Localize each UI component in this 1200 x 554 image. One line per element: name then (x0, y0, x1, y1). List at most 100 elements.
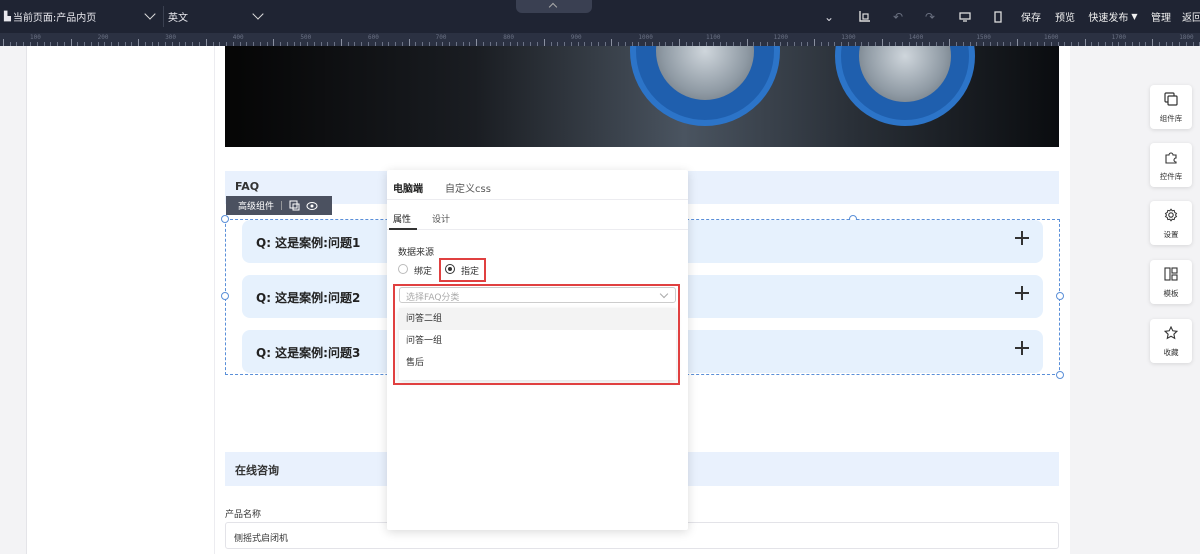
chevron-down-icon (144, 8, 156, 20)
plus-icon[interactable] (1015, 341, 1029, 355)
chevron-down-icon (252, 8, 264, 20)
ruler-label: 600 (368, 34, 379, 41)
sidetool-label: 控件库 (1159, 172, 1183, 181)
ruler-label: 800 (503, 34, 515, 41)
plus-icon[interactable] (1015, 286, 1029, 300)
favorites-button[interactable]: 收藏 (1150, 319, 1192, 363)
sidetool-label: 设置 (1163, 230, 1179, 239)
highlight-box (439, 258, 486, 282)
horizontal-ruler[interactable]: 100 200 300 400 500 600 700 800 900 1000 1100 1200 1… (0, 33, 1200, 46)
product-name-label: 产品名称 (225, 510, 262, 520)
ruler-tick (1172, 42, 1174, 46)
ruler-label: 1400 (908, 34, 924, 41)
ruler-tick (1152, 39, 1154, 46)
faq-question: Q: 这是案例:问题2 (256, 291, 361, 305)
ruler-tick (678, 39, 680, 46)
undo-icon: ↶ (892, 9, 904, 24)
eye-icon[interactable] (306, 201, 318, 211)
plus-icon[interactable] (1015, 231, 1029, 245)
collapse-toolbar-tab[interactable] (516, 0, 592, 13)
ruler-tick (1111, 42, 1113, 46)
component-library-button[interactable]: 组件库 (1150, 85, 1192, 129)
page-select-value: 当前页面:产品内页 (12, 13, 97, 24)
template-icon (1164, 267, 1178, 281)
quick-publish-button[interactable]: 快速发布 ▼ (1086, 0, 1140, 33)
product-name-value: 侧摇式启闭机 (234, 534, 289, 544)
tab-pc[interactable]: 电脑端 (393, 180, 423, 195)
manage-button[interactable]: 管理 (1148, 0, 1174, 33)
copy-icon[interactable] (289, 200, 300, 211)
widget-library-button[interactable]: 控件库 (1150, 143, 1192, 187)
ruler-tick (746, 39, 748, 46)
ruler-tick (340, 39, 342, 46)
page-icon: ▙ (4, 11, 11, 22)
tab-attributes[interactable]: 属性 (393, 212, 411, 225)
save-button[interactable]: 保存 (1018, 0, 1044, 33)
resize-handle[interactable] (221, 292, 229, 300)
align-button[interactable] (851, 0, 877, 33)
page-select[interactable]: ▙ 当前页面:产品内页 (0, 0, 160, 33)
ruler-tick (23, 42, 25, 46)
template-button[interactable]: 模板 (1150, 260, 1192, 304)
settings-button[interactable]: 设置 (1150, 201, 1192, 245)
ruler-tick (2, 39, 4, 46)
desktop-view-button[interactable] (953, 0, 977, 33)
ruler-tick (1158, 42, 1160, 46)
ruler-label: 1100 (706, 34, 721, 41)
resize-handle[interactable] (1056, 292, 1064, 300)
ruler-label: 1500 (976, 34, 991, 41)
ruler-tick (138, 39, 140, 46)
ruler-tick (611, 39, 613, 46)
mobile-view-button[interactable] (986, 0, 1010, 33)
tab-custom-css[interactable]: 自定义css (445, 180, 491, 195)
tab-design[interactable]: 设计 (432, 212, 450, 225)
star-icon (1164, 326, 1178, 340)
redo-button[interactable]: ↷ (918, 0, 942, 33)
ruler-tick (814, 39, 816, 46)
preview-button[interactable]: 预览 (1052, 0, 1078, 33)
panel-tabs: 电脑端 自定义css (387, 170, 688, 200)
back-button[interactable]: 返回 (1182, 0, 1200, 33)
ruler-tick (1125, 42, 1127, 46)
chevron-up-icon (548, 2, 558, 12)
ruler-label: 300 (165, 34, 177, 41)
ruler-tick (16, 42, 18, 46)
ruler-tick (1016, 39, 1018, 46)
ruler-label: 200 (97, 34, 109, 41)
panel-subtabs: 属性 设计 (387, 206, 688, 230)
ruler-tick (70, 39, 72, 46)
ruler-tick (1084, 39, 1086, 46)
ruler-label: 1700 (1111, 34, 1127, 41)
quick-publish-label: 快速发布 (1088, 13, 1129, 24)
ruler-tick (1091, 42, 1093, 46)
resize-handle[interactable] (1056, 371, 1064, 379)
gear-icon (1164, 208, 1178, 222)
faq-title: FAQ (235, 180, 260, 193)
puzzle-icon (1165, 152, 1177, 164)
faq-question: Q: 这是案例:问题3 (256, 346, 361, 360)
ruler-tick (1098, 42, 1100, 46)
radio-bind[interactable] (398, 264, 408, 274)
caret-down-icon: ▼ (1131, 12, 1138, 21)
component-library-icon (1164, 92, 1178, 106)
data-source-label: 数据来源 (398, 248, 435, 258)
resize-handle[interactable] (221, 215, 229, 223)
language-select[interactable]: 英文 (164, 0, 274, 33)
ruler-tick (543, 39, 545, 46)
ruler-label: 1300 (841, 34, 856, 41)
sidetool-label: 组件库 (1159, 114, 1183, 123)
ruler-tick (1131, 42, 1133, 46)
device-toggle-button[interactable]: ⌄ (816, 0, 842, 33)
mobile-icon (994, 10, 1002, 23)
ruler-label: 900 (570, 34, 582, 41)
component-tag[interactable]: 高级组件 | (226, 196, 332, 215)
valve-image (630, 46, 780, 126)
ruler-tick (881, 39, 883, 46)
undo-button[interactable]: ↶ (886, 0, 910, 33)
radio-bind-label: 绑定 (414, 267, 433, 277)
divider: | (280, 200, 284, 211)
ruler-label: 1600 (1044, 34, 1059, 41)
ruler-tick (1118, 42, 1120, 46)
ruler-tick (1179, 42, 1181, 46)
desktop-icon (959, 11, 971, 22)
